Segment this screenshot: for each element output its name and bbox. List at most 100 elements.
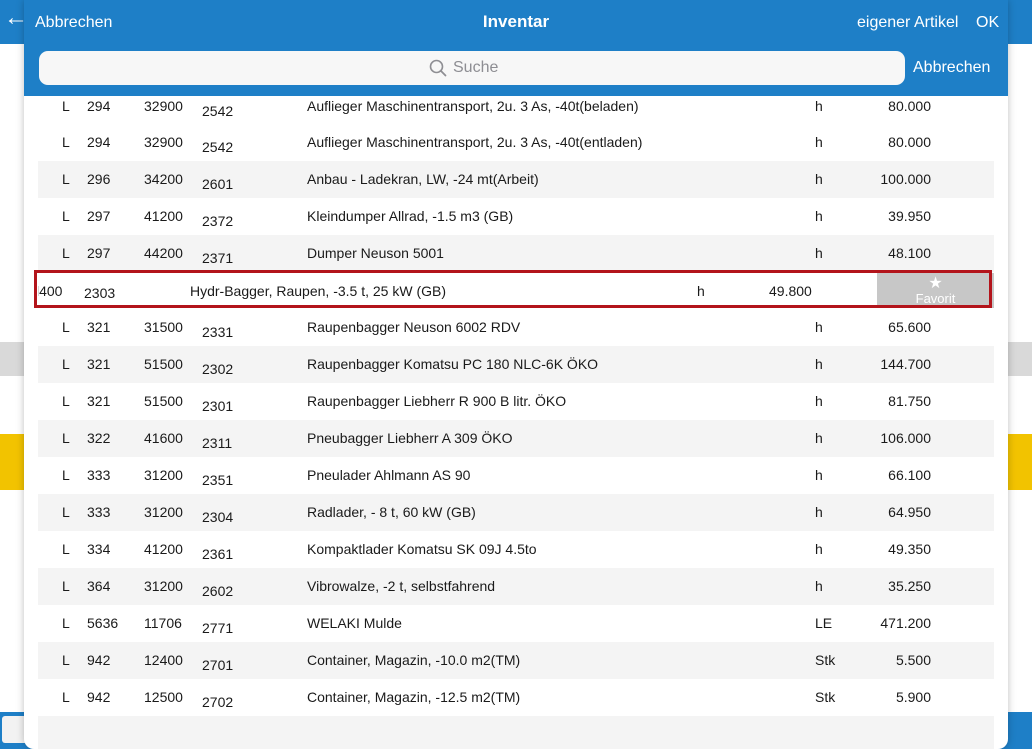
item-type: L [62,356,70,372]
item-number: 942 [87,689,111,705]
item-number: 321 [87,393,111,409]
item-price: 48.100 [888,245,931,261]
item-id: 2542 [202,139,234,155]
item-price: 106.000 [880,430,931,446]
item-price: 80.000 [888,134,931,150]
item-unit: h [815,393,823,409]
item-id: 2302 [202,361,234,377]
ok-button[interactable]: OK [976,12,999,34]
item-code: 12400 [144,652,183,668]
item-id: 2311 [202,435,233,451]
item-number: l400 [38,283,63,299]
list-item[interactable]: L 321 51500 2301 Raupenbagger Liebherr R 900… [38,383,994,420]
item-unit: h [815,245,823,261]
favorite-button[interactable]: ★ Favorit [877,273,994,308]
item-price: 5.500 [895,652,931,668]
item-unit: h [815,134,823,150]
item-type: L [62,467,70,483]
item-id: 2371 [202,250,234,266]
search-cancel-button[interactable]: Abbrechen [913,58,990,78]
item-type: L [62,245,70,261]
item-unit: h [697,283,705,299]
item-code: 31200 [144,467,183,483]
search-bar[interactable] [39,51,905,85]
item-id: 2701 [202,657,234,673]
item-code: 41200 [144,541,183,557]
item-price: 471.200 [880,615,931,631]
item-unit: h [815,356,823,372]
list-item[interactable]: L 942 12400 2701 Container, Magazin, -10.0 m… [38,642,994,679]
search-input[interactable] [451,58,515,78]
item-type: L [62,541,70,557]
item-number: 296 [87,171,111,187]
item-type: L [62,504,70,520]
item-type: L [62,430,70,446]
item-number: 297 [87,208,111,224]
item-id: 2372 [202,213,234,229]
item-id: 2542 [202,103,234,119]
list-item[interactable]: L 297 44200 2371 Dumper Neuson 5001 h 48.100 [38,235,994,272]
list-item[interactable]: L 333 31200 2304 Radlader, - 8 t, 60 kW (GB)… [38,494,994,531]
item-description: Raupenbagger Liebherr R 900 B litr. ÖKO [307,393,567,409]
item-description: Vibrowalze, -2 t, selbstfahrend [307,578,496,594]
inventory-list[interactable]: L 294 32900 2542 Auflieger Maschinentranspor… [38,96,994,749]
item-price: 64.950 [888,504,931,520]
item-number: 364 [87,578,111,594]
item-id: 2301 [202,398,234,414]
item-id: 2771 [202,620,234,636]
item-unit: LE [815,615,833,631]
item-type: L [62,208,70,224]
list-item[interactable]: L 333 31200 2351 Pneulader Ahlmann AS 90 h 66.… [38,457,994,494]
item-number: 5636 [87,615,119,631]
item-unit: h [815,541,823,557]
item-code: 32900 [144,134,183,150]
modal-navigation-bar: Abbrechen Inventar eigener Artikel OK Ab… [24,0,1008,96]
item-type: L [62,171,70,187]
list-item[interactable]: L 364 31200 2602 Vibrowalze, -2 t, selbstfah… [38,568,994,605]
list-item[interactable]: L 322 41600 2311 Pneubagger Liebherr A 309 Ö… [38,420,994,457]
list-item[interactable]: L 321 51500 2302 Raupenbagger Komatsu PC 180… [38,346,994,383]
item-unit: h [815,430,823,446]
item-description: Anbau - Ladekran, LW, -24 mt(Arbeit) [307,171,539,187]
item-code: 32900 [144,98,183,114]
cancel-button[interactable]: Abbrechen [35,12,112,34]
item-price: 5.900 [895,689,931,705]
item-number: 334 [87,541,111,557]
favorite-label: Favorit [915,291,956,306]
swiped-list-item[interactable]: l400 2303 Hydr-Bagger, Raupen, -3.5 t, 25 … [38,272,994,309]
item-id: 2351 [202,472,234,488]
item-code: 31500 [144,319,183,335]
list-item[interactable]: L 294 32900 2542 Auflieger Maschinentranspor… [38,124,994,161]
list-item[interactable]: L 334 41200 2361 Kompaktlader Komatsu SK 09J… [38,531,994,568]
item-id: 2304 [202,509,234,525]
item-description: Pneulader Ahlmann AS 90 [307,467,471,483]
item-number: 333 [87,504,111,520]
list-item[interactable]: L 294 32900 2542 Auflieger Maschinentranspor… [38,96,994,124]
item-description: Raupenbagger Neuson 6002 RDV [307,319,521,335]
item-number: 294 [87,98,111,114]
list-item[interactable]: L 942 12500 2702 Container, Magazin, -12.5 m… [38,679,994,716]
item-code: 41600 [144,430,183,446]
item-description: Auflieger Maschinentransport, 2u. 3 As, … [307,98,639,114]
item-description: Pneubagger Liebherr A 309 ÖKO [307,430,513,446]
item-code: 12500 [144,689,183,705]
list-item[interactable]: L 5636 11706 2771 WELAKI Mulde LE 471.200 [38,605,994,642]
item-type: L [62,578,70,594]
custom-item-button[interactable]: eigener Artikel [857,12,958,34]
item-code: 51500 [144,393,183,409]
list-item[interactable]: L 321 31500 2331 Raupenbagger Neuson 6002 RD… [38,309,994,346]
item-number: 297 [87,245,111,261]
item-type: L [62,652,70,668]
item-price: 49.350 [888,541,931,557]
item-description: Container, Magazin, -12.5 m2(TM) [307,689,521,705]
list-item[interactable]: L 296 34200 2601 Anbau - Ladekran, LW, -24 m… [38,161,994,198]
item-number: 321 [87,319,111,335]
item-unit: h [815,208,823,224]
item-unit: h [815,578,823,594]
item-number: 294 [87,134,111,150]
item-type: L [62,319,70,335]
item-price: 49.800 [769,283,812,299]
item-description: Kompaktlader Komatsu SK 09J 4.5to [307,541,537,557]
list-item[interactable]: L 297 41200 2372 Kleindumper Allrad, -1.5 m3… [38,198,994,235]
item-description: WELAKI Mulde [307,615,402,631]
